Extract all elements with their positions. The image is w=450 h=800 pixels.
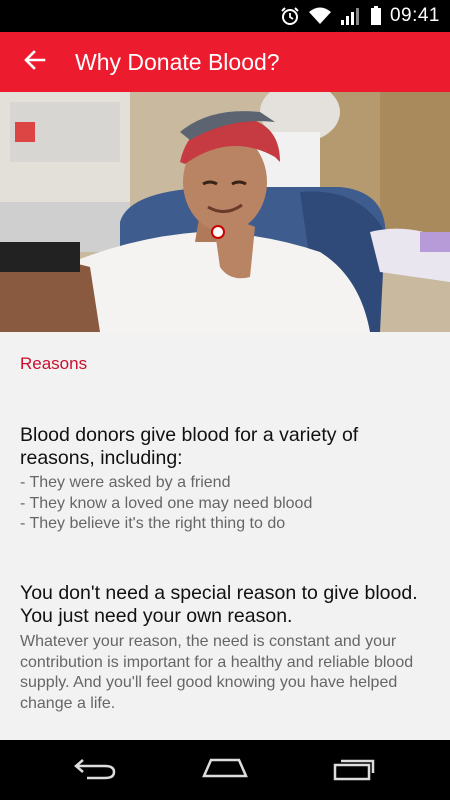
- app-bar: Why Donate Blood?: [0, 32, 450, 92]
- status-bar: 09:41: [0, 0, 450, 32]
- nav-recents-button[interactable]: [320, 740, 390, 800]
- intro-heading: Blood donors give blood for a variety of…: [20, 424, 359, 469]
- system-nav-bar: [0, 740, 450, 800]
- nav-home-button[interactable]: [190, 740, 260, 800]
- list-item: - They know a loved one may need blood: [20, 494, 313, 512]
- signal-icon: [340, 6, 362, 26]
- back-button[interactable]: [0, 32, 70, 92]
- wifi-icon: [308, 6, 332, 26]
- reasons-list: - They were asked by a friend - They kno…: [20, 473, 435, 535]
- battery-icon: [370, 6, 382, 26]
- body-paragraph: Whatever your reason, the need is consta…: [20, 633, 414, 712]
- status-time: 09:41: [389, 5, 440, 26]
- section-label: Reasons: [20, 354, 88, 373]
- list-item: - They believe it's the right thing to d…: [20, 515, 286, 532]
- alarm-icon: [280, 6, 300, 26]
- back-nav-icon: [73, 756, 117, 785]
- hero-photo: [0, 92, 450, 332]
- page-title: Why Donate Blood?: [75, 48, 280, 75]
- list-item: - They were asked by a friend: [20, 474, 231, 491]
- content-area: Reasons Blood donors give blood for a va…: [0, 332, 450, 740]
- home-nav-icon: [201, 756, 249, 785]
- arrow-left-icon: [23, 48, 47, 77]
- recents-nav-icon: [333, 755, 377, 786]
- second-heading: You don't need a special reason to give …: [20, 582, 418, 627]
- nav-back-button[interactable]: [60, 740, 130, 800]
